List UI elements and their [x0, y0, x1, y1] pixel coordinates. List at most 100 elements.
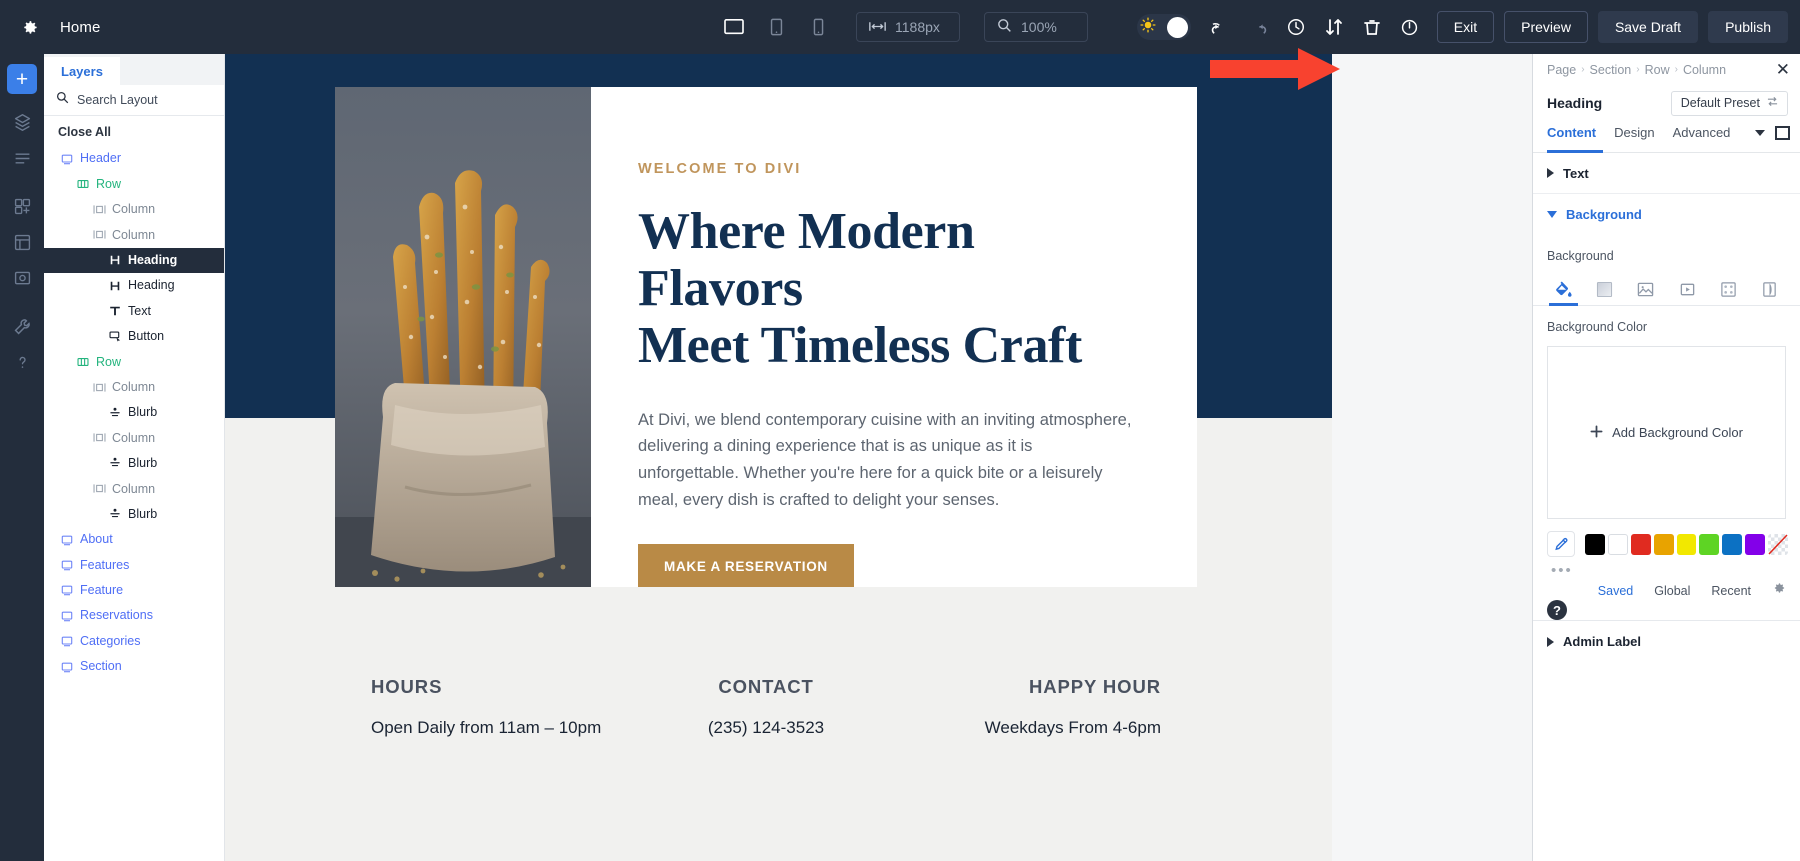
add-background-color-button[interactable]: Add Background Color: [1547, 346, 1786, 519]
layer-item-column-2[interactable]: Column: [44, 197, 224, 222]
swatch-blue[interactable]: [1722, 533, 1743, 555]
info-block-hours: HOURS Open Daily from 11am – 10pm: [335, 624, 634, 738]
section-admin-label[interactable]: Admin Label: [1533, 621, 1800, 662]
eyedropper-icon[interactable]: [1547, 531, 1575, 557]
layer-item-column-13[interactable]: Column: [44, 476, 224, 501]
layer-item-row-8[interactable]: Row: [44, 349, 224, 374]
bg-gradient-tab[interactable]: [1584, 273, 1625, 305]
rail-library-icon[interactable]: [6, 226, 38, 258]
layer-item-blurb-14[interactable]: Blurb: [44, 501, 224, 526]
layer-item-blurb-12[interactable]: Blurb: [44, 451, 224, 476]
swatch-yellow[interactable]: [1676, 533, 1697, 555]
hero-card: WELCOME TO DIVI Where Modern Flavors Mee…: [335, 87, 1197, 587]
layer-item-feature-17[interactable]: Feature: [44, 578, 224, 603]
breadcrumb-column[interactable]: Column: [1683, 63, 1726, 77]
chevron-down-icon[interactable]: [1755, 129, 1765, 136]
swatch-red[interactable]: [1630, 533, 1651, 555]
tablet-icon[interactable]: [760, 12, 792, 42]
swatch-white[interactable]: [1607, 533, 1628, 555]
undo-icon[interactable]: [1203, 10, 1237, 44]
hero-heading-line-1: Where Modern Flavors: [638, 203, 975, 318]
layer-item-label: About: [80, 532, 113, 547]
settings-title-row: Heading Default Preset: [1533, 85, 1800, 121]
breadcrumb-row[interactable]: Row: [1645, 63, 1670, 77]
layer-item-row-1[interactable]: Row: [44, 171, 224, 196]
layer-item-column-11[interactable]: Column: [44, 425, 224, 450]
section-text[interactable]: Text: [1533, 153, 1800, 194]
preview-button[interactable]: Preview: [1504, 11, 1588, 43]
layer-item-about-15[interactable]: About: [44, 527, 224, 552]
zoom-control[interactable]: 100%: [984, 12, 1088, 42]
rail-layers-icon[interactable]: [6, 106, 38, 138]
settings-tabs: Content Design Advanced: [1533, 121, 1800, 153]
rail-help-icon[interactable]: [6, 346, 38, 378]
rail-tools-icon[interactable]: [6, 310, 38, 342]
exit-button[interactable]: Exit: [1436, 11, 1495, 43]
sort-arrows-icon[interactable]: [1317, 10, 1351, 44]
close-all-button[interactable]: Close All: [44, 116, 224, 146]
desktop-icon[interactable]: [718, 12, 750, 42]
tab-design[interactable]: Design: [1614, 125, 1654, 148]
module-settings-panel: Page › Section › Row › Column ✕ Heading …: [1532, 54, 1800, 861]
save-draft-button[interactable]: Save Draft: [1597, 11, 1699, 43]
bg-mask-tab[interactable]: [1749, 273, 1790, 305]
help-icon[interactable]: ?: [1547, 600, 1567, 620]
layer-item-features-16[interactable]: Features: [44, 552, 224, 577]
gear-icon[interactable]: [1772, 581, 1786, 600]
layer-item-column-9[interactable]: Column: [44, 375, 224, 400]
power-icon[interactable]: [1393, 10, 1427, 44]
breadcrumb-page[interactable]: Page: [1547, 63, 1576, 77]
swatch-green[interactable]: [1699, 533, 1720, 555]
more-colors-dots[interactable]: •••: [1533, 557, 1800, 578]
background-type-tabs: [1533, 263, 1800, 306]
layer-item-section-20[interactable]: Section: [44, 654, 224, 679]
rail-portability-icon[interactable]: [6, 190, 38, 222]
swatch-purple[interactable]: [1745, 533, 1766, 555]
swatch-transparent[interactable]: [1768, 533, 1789, 555]
redo-icon[interactable]: [1241, 10, 1275, 44]
palette-recent-link[interactable]: Recent: [1711, 584, 1751, 598]
search-input[interactable]: [77, 93, 224, 107]
light-dark-toggle[interactable]: [1136, 14, 1191, 40]
layer-item-column-3[interactable]: Column: [44, 222, 224, 247]
toggle-knob: [1166, 16, 1188, 38]
bg-image-tab[interactable]: [1625, 273, 1666, 305]
layer-item-blurb-10[interactable]: Blurb: [44, 400, 224, 425]
tab-advanced[interactable]: Advanced: [1673, 125, 1731, 148]
bg-pattern-tab[interactable]: [1708, 273, 1749, 305]
swatch-black[interactable]: [1584, 533, 1605, 555]
layer-item-reservations-18[interactable]: Reservations: [44, 603, 224, 628]
layer-item-categories-19[interactable]: Categories: [44, 628, 224, 653]
add-element-button[interactable]: +: [7, 64, 37, 94]
layer-item-header-0[interactable]: Header: [44, 146, 224, 171]
rail-history-icon[interactable]: [6, 262, 38, 294]
column-icon: [92, 204, 106, 215]
section-background[interactable]: Background: [1533, 194, 1800, 235]
gear-icon[interactable]: [14, 12, 44, 42]
swatch-orange[interactable]: [1653, 533, 1674, 555]
trash-icon[interactable]: [1355, 10, 1389, 44]
close-icon[interactable]: ✕: [1776, 61, 1790, 78]
layer-item-label: Section: [80, 659, 122, 674]
layer-item-button-7[interactable]: Button: [44, 324, 224, 349]
column-icon: [92, 432, 106, 443]
tab-content[interactable]: Content: [1547, 125, 1596, 148]
publish-button[interactable]: Publish: [1708, 11, 1788, 43]
breadcrumb-section[interactable]: Section: [1590, 63, 1632, 77]
expand-square-icon[interactable]: [1775, 125, 1790, 140]
make-a-reservation-button[interactable]: MAKE A RESERVATION: [638, 544, 854, 587]
tab-layers[interactable]: Layers: [44, 57, 120, 85]
palette-global-link[interactable]: Global: [1654, 584, 1690, 598]
palette-saved-link[interactable]: Saved: [1598, 584, 1633, 598]
preset-selector[interactable]: Default Preset: [1670, 90, 1788, 116]
bg-video-tab[interactable]: [1667, 273, 1708, 305]
viewport-width-control[interactable]: 1188px: [856, 12, 960, 42]
layer-item-heading-5[interactable]: Heading: [44, 273, 224, 298]
layer-item-text-6[interactable]: Text: [44, 298, 224, 323]
bg-color-tab[interactable]: [1543, 273, 1584, 306]
layer-item-heading-4[interactable]: Heading: [44, 247, 224, 273]
rail-wireframe-icon[interactable]: [6, 142, 38, 174]
breadcrumb-separator: ›: [1674, 64, 1678, 75]
phone-icon[interactable]: [802, 12, 834, 42]
history-clock-icon[interactable]: [1279, 10, 1313, 44]
